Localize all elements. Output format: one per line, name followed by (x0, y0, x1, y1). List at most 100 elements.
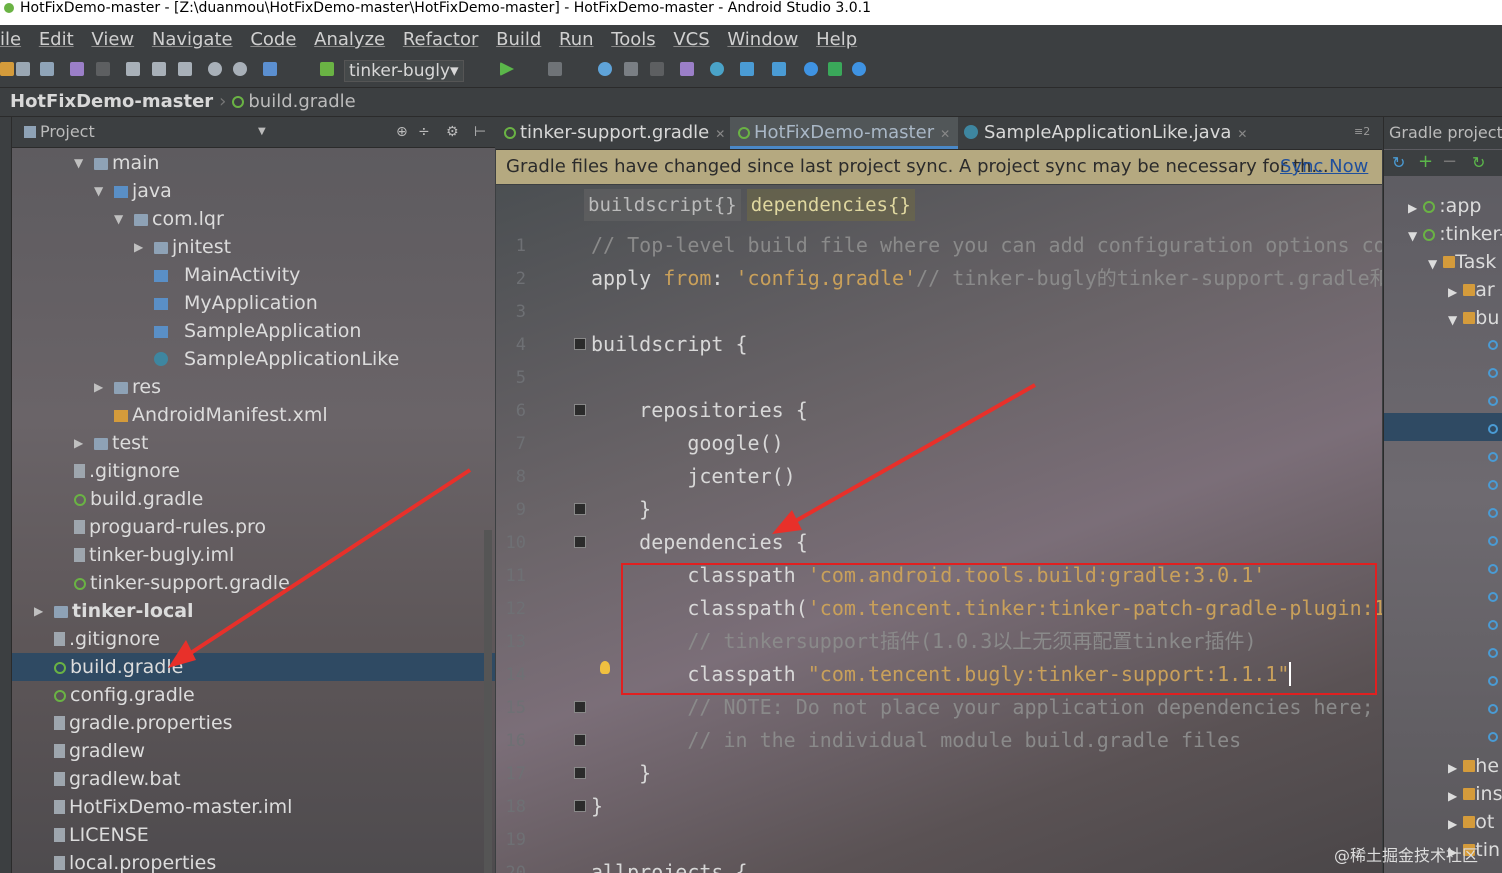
gradle-item-ar[interactable]: ▶ ar (1384, 276, 1495, 304)
fold-marker-icon[interactable] (574, 734, 586, 746)
gradle-item-bu[interactable]: ▼ bu (1384, 304, 1499, 332)
crumb-dependencies[interactable]: dependencies{} (746, 189, 915, 221)
gradle-task-icon[interactable] (1488, 536, 1498, 546)
collapsed-arrow-icon[interactable]: ▶ (74, 429, 83, 457)
fold-marker-icon[interactable] (574, 767, 586, 779)
replace-icon[interactable] (233, 62, 247, 76)
tree-item-res[interactable]: ▶ res (12, 373, 495, 401)
gradle-task-icon[interactable] (1488, 508, 1498, 518)
tree-item-main[interactable]: ▼ main (12, 149, 495, 177)
stop-icon[interactable] (650, 62, 664, 76)
tree-item-gradle-properties[interactable]: gradle.properties (12, 709, 495, 737)
sync-icon[interactable] (40, 62, 54, 76)
fold-marker-icon[interactable] (574, 404, 586, 416)
fold-marker-icon[interactable] (574, 536, 586, 548)
tree-item-local-properties[interactable]: local.properties (12, 849, 495, 873)
sync-gradle-icon[interactable]: ↻ (1472, 153, 1485, 172)
layout-inspector-icon[interactable] (828, 62, 842, 76)
tree-item-tinker-local[interactable]: ▶ tinker-local (12, 597, 495, 625)
make-icon[interactable] (320, 62, 334, 76)
tree-item-jnitest[interactable]: ▶ jnitest (12, 233, 495, 261)
breadcrumb-project[interactable]: HotFixDemo-master (10, 91, 213, 112)
collapsed-arrow-icon[interactable]: ▶ (34, 597, 43, 625)
menu-code[interactable]: Code (250, 25, 296, 55)
menu-help[interactable]: Help (816, 25, 857, 55)
menu-build[interactable]: Build (496, 25, 541, 55)
collapsed-arrow-icon[interactable]: ▶ (1408, 201, 1417, 215)
gradle-item-ot[interactable]: ▶ ot (1384, 808, 1494, 836)
gradle-task-icon[interactable] (1488, 396, 1498, 406)
fold-marker-icon[interactable] (574, 800, 586, 812)
copy-icon[interactable] (152, 62, 166, 76)
apply-changes-icon[interactable] (624, 62, 638, 76)
expanded-arrow-icon[interactable]: ▼ (114, 205, 123, 233)
tab-hotfixdemo-master[interactable]: HotFixDemo-master ✕ (730, 117, 959, 149)
cut-icon[interactable] (126, 62, 140, 76)
tree-item-manifest[interactable]: AndroidManifest.xml (12, 401, 495, 429)
redo-icon[interactable] (96, 62, 110, 76)
menu-navigate[interactable]: Navigate (152, 25, 233, 55)
gradle-item-tinker[interactable]: ▼ :tinker- (1384, 220, 1502, 248)
tree-item-gitignore-root[interactable]: .gitignore (12, 625, 495, 653)
save-icon[interactable] (16, 62, 30, 76)
lightbulb-icon[interactable] (600, 661, 610, 674)
gradle-task-icon[interactable] (1488, 592, 1498, 602)
refresh-icon[interactable]: ↻ (1392, 153, 1405, 172)
tree-item-tinker-support-gradle[interactable]: tinker-support.gradle (12, 569, 495, 597)
fold-marker-icon[interactable] (574, 701, 586, 713)
close-icon[interactable]: ✕ (1237, 127, 1247, 141)
avd-manager-icon[interactable] (680, 62, 694, 76)
fold-marker-icon[interactable] (574, 503, 586, 515)
menu-window[interactable]: Window (727, 25, 798, 55)
breadcrumb-file[interactable]: build.gradle (248, 91, 355, 112)
tree-item-gitignore-module[interactable]: .gitignore (12, 457, 495, 485)
tab-list-icon[interactable]: ≡2 (1354, 125, 1370, 138)
tree-item-sampleapplicationlike[interactable]: SampleApplicationLike (12, 345, 495, 373)
collapsed-arrow-icon[interactable]: ▶ (1448, 285, 1457, 299)
collapsed-arrow-icon[interactable]: ▶ (134, 233, 143, 261)
remove-icon[interactable]: − (1442, 151, 1457, 172)
add-icon[interactable]: + (1418, 151, 1433, 172)
expanded-arrow-icon[interactable]: ▼ (74, 149, 83, 177)
tab-tinker-support-gradle[interactable]: tinker-support.gradle ✕ (496, 117, 733, 149)
collapsed-arrow-icon[interactable]: ▶ (94, 373, 103, 401)
gradle-task-icon[interactable] (1488, 368, 1498, 378)
gradle-task-icon[interactable] (1488, 452, 1498, 462)
expanded-arrow-icon[interactable]: ▼ (1448, 313, 1457, 327)
project-view-label[interactable]: Project (40, 122, 95, 141)
project-structure-icon[interactable] (740, 62, 754, 76)
run-config-select[interactable]: tinker-bugly▾ (344, 60, 464, 82)
menu-vcs[interactable]: VCS (673, 25, 709, 55)
gradle-task-icon[interactable] (1488, 676, 1498, 686)
view-dropdown-icon[interactable]: ▼ (258, 117, 266, 147)
sdk-manager-icon[interactable] (772, 62, 786, 76)
fold-marker-icon[interactable] (574, 338, 586, 350)
gradle-sync-icon[interactable] (710, 62, 724, 76)
menu-run[interactable]: Run (559, 25, 594, 55)
tree-item-build-gradle-module[interactable]: build.gradle (12, 485, 495, 513)
code-editor[interactable]: buildscript{} dependencies{} 1 2 3 4 5 6 … (496, 185, 1382, 873)
no-entry-icon[interactable] (852, 62, 866, 76)
tree-item-package[interactable]: ▼ com.lqr (12, 205, 495, 233)
gradle-task-icon[interactable] (1488, 340, 1498, 350)
tree-item-proguard[interactable]: proguard-rules.pro (12, 513, 495, 541)
crumb-buildscript[interactable]: buildscript{} (584, 189, 741, 221)
tree-item-myapplication[interactable]: MyApplication (12, 289, 495, 317)
gradle-task-icon[interactable] (1488, 648, 1498, 658)
tree-item-sampleapplication[interactable]: SampleApplication (12, 317, 495, 345)
left-tool-window-strip[interactable] (0, 117, 12, 873)
gradle-task-icon[interactable] (1488, 704, 1498, 714)
close-icon[interactable]: ✕ (715, 127, 725, 141)
sync-now-link[interactable]: Sync Now (1280, 150, 1368, 184)
gradle-item-ins[interactable]: ▶ ins (1384, 780, 1502, 808)
tree-item-test[interactable]: ▶ test (12, 429, 495, 457)
undo-icon[interactable] (70, 62, 84, 76)
gradle-task-icon[interactable] (1488, 620, 1498, 630)
collapse-all-icon[interactable]: ÷ (418, 117, 430, 147)
tab-sampleapplicationlike[interactable]: SampleApplicationLike.java ✕ (956, 117, 1255, 149)
gradle-task-icon[interactable] (1488, 564, 1498, 574)
hide-panel-icon[interactable]: ⊢ (474, 117, 486, 147)
menu-view[interactable]: View (91, 25, 134, 55)
tree-item-license[interactable]: LICENSE (12, 821, 495, 849)
gradle-item-tasks[interactable]: ▼ Task (1384, 248, 1496, 276)
